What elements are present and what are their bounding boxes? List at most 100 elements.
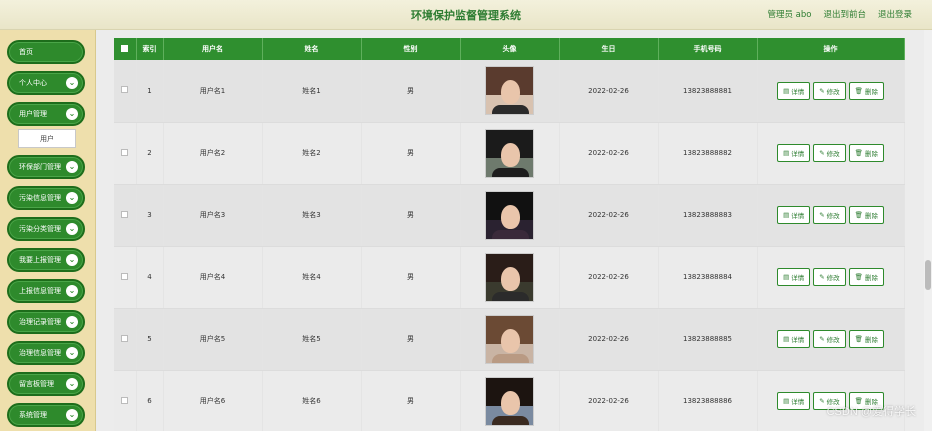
row-checkbox[interactable] (121, 272, 129, 280)
edit-icon: ✎ (819, 335, 825, 343)
detail-button[interactable]: ▤ 详情 (777, 206, 811, 224)
cell-username: 用户名3 (163, 184, 263, 247)
row-select[interactable] (114, 60, 137, 123)
cell-phone: 13823888885 (658, 308, 758, 371)
row-checkbox[interactable] (121, 334, 129, 342)
select-all-checkbox[interactable] (121, 44, 129, 52)
sidebar-item-pollution-category[interactable]: 污染分类管理 ⌄ (7, 217, 85, 241)
detail-icon: ▤ (783, 86, 790, 95)
cell-name: 姓名2 (262, 122, 362, 185)
cell-actions: ▤ 详情 ✎ 修改 🗑 删除 (757, 60, 905, 123)
edit-button[interactable]: ✎ 修改 (813, 206, 846, 224)
delete-button[interactable]: 🗑 删除 (848, 268, 884, 286)
sidebar-item-report-info[interactable]: 上报信息管理 ⌄ (7, 279, 85, 303)
col-actions: 操作 (757, 38, 905, 60)
row-checkbox[interactable] (121, 396, 129, 404)
cell-avatar (460, 184, 560, 247)
scrollbar[interactable] (924, 30, 932, 431)
sidebar-item-home[interactable]: 首页 (7, 40, 85, 64)
edit-button[interactable]: ✎ 修改 (813, 144, 846, 162)
cell-avatar (460, 308, 560, 371)
sidebar-item-label: 我要上报管理 (19, 256, 61, 264)
table-row: 5 用户名5 姓名5 男 2022-02-26 13823888885 ▤ 详情 … (114, 308, 905, 371)
sidebar-item-label: 系统管理 (19, 411, 47, 419)
detail-button[interactable]: ▤ 详情 (777, 268, 811, 286)
delete-button[interactable]: 🗑 删除 (848, 206, 884, 224)
cell-birthday: 2022-02-26 (559, 60, 659, 123)
avatar (485, 314, 534, 364)
edit-icon: ✎ (819, 397, 825, 405)
cell-actions: ▤ 详情 ✎ 修改 🗑 删除 (757, 308, 905, 371)
sidebar-item-label: 个人中心 (19, 79, 47, 87)
cell-phone: 13823888882 (658, 122, 758, 185)
scrollbar-thumb[interactable] (925, 260, 931, 290)
sidebar-subitem-user[interactable]: 用户 (18, 129, 76, 148)
chevron-down-icon: ⌄ (66, 347, 78, 359)
top-header: 环境保护监督管理系统 管理员 abo 退出到前台 退出登录 (0, 0, 932, 30)
edit-button[interactable]: ✎ 修改 (813, 268, 846, 286)
sidebar-item-pollution-info[interactable]: 污染信息管理 ⌄ (7, 186, 85, 210)
detail-button[interactable]: ▤ 详情 (777, 330, 811, 348)
cell-gender: 男 (361, 184, 461, 247)
sidebar-item-label: 环保部门管理 (19, 163, 61, 171)
cell-actions: ▤ 详情 ✎ 修改 🗑 删除 (757, 184, 905, 247)
row-select[interactable] (114, 246, 137, 309)
detail-button[interactable]: ▤ 详情 (777, 392, 811, 410)
edit-icon: ✎ (819, 86, 825, 95)
cell-avatar (460, 246, 560, 309)
sidebar-item-env-dept[interactable]: 环保部门管理 ⌄ (7, 155, 85, 179)
cell-gender: 男 (361, 308, 461, 371)
cell-name: 姓名3 (262, 184, 362, 247)
cell-username: 用户名5 (163, 308, 263, 371)
row-checkbox[interactable] (121, 148, 129, 156)
cell-birthday: 2022-02-26 (559, 184, 659, 247)
delete-button[interactable]: 🗑 删除 (848, 81, 884, 100)
detail-button[interactable]: ▤ 详情 (777, 144, 811, 162)
cell-actions: ▤ 详情 ✎ 修改 🗑 删除 (757, 122, 905, 185)
edit-button[interactable]: ✎ 修改 (813, 81, 846, 100)
cell-actions: ▤ 详情 ✎ 修改 🗑 删除 (757, 370, 905, 431)
edit-icon: ✎ (819, 149, 825, 157)
sidebar-item-system[interactable]: 系统管理 ⌄ (7, 403, 85, 427)
table-row: 2 用户名2 姓名2 男 2022-02-26 13823888882 ▤ 详情 … (114, 122, 905, 185)
row-select[interactable] (114, 308, 137, 371)
row-select[interactable] (114, 370, 137, 431)
cell-name: 姓名6 (262, 370, 362, 431)
detail-icon: ▤ (783, 335, 790, 343)
cell-birthday: 2022-02-26 (559, 122, 659, 185)
cell-index: 3 (136, 184, 164, 247)
row-checkbox[interactable] (121, 86, 129, 94)
select-all-header[interactable] (114, 38, 137, 60)
chevron-down-icon: ⌄ (66, 378, 78, 390)
front-link[interactable]: 退出到前台 (823, 8, 866, 20)
sidebar-item-label: 用户管理 (19, 110, 47, 118)
avatar (485, 128, 534, 178)
delete-button[interactable]: 🗑 删除 (848, 330, 884, 348)
row-select[interactable] (114, 184, 137, 247)
cell-username: 用户名6 (163, 370, 263, 431)
cell-phone: 13823888881 (658, 60, 758, 123)
edit-button[interactable]: ✎ 修改 (813, 330, 846, 348)
cell-gender: 男 (361, 246, 461, 309)
chevron-down-icon: ⌄ (66, 192, 78, 204)
sidebar-item-my-report[interactable]: 我要上报管理 ⌄ (7, 248, 85, 272)
row-select[interactable] (114, 122, 137, 185)
table-row: 1 用户名1 姓名1 男 2022-02-26 13823888881 ▤ 详情 … (114, 60, 905, 123)
logout-link[interactable]: 退出登录 (878, 8, 912, 20)
chevron-down-icon: ⌄ (66, 254, 78, 266)
edit-icon: ✎ (819, 273, 825, 281)
delete-button[interactable]: 🗑 删除 (848, 144, 884, 162)
row-checkbox[interactable] (121, 210, 129, 218)
sidebar-item-label: 污染信息管理 (19, 194, 61, 202)
sidebar-item-users[interactable]: 用户管理 ⌄ (7, 102, 85, 126)
sidebar-item-governance-record[interactable]: 治理记录管理 ⌄ (7, 310, 85, 334)
sidebar-item-message-board[interactable]: 留言板管理 ⌄ (7, 372, 85, 396)
cell-index: 4 (136, 246, 164, 309)
cell-phone: 13823888884 (658, 246, 758, 309)
detail-icon: ▤ (783, 397, 790, 405)
sidebar-item-profile[interactable]: 个人中心 ⌄ (7, 71, 85, 95)
cell-avatar (460, 370, 560, 431)
table-row: 4 用户名4 姓名4 男 2022-02-26 13823888884 ▤ 详情 … (114, 246, 905, 309)
detail-button[interactable]: ▤ 详情 (777, 81, 811, 100)
sidebar-item-governance-info[interactable]: 治理信息管理 ⌄ (7, 341, 85, 365)
